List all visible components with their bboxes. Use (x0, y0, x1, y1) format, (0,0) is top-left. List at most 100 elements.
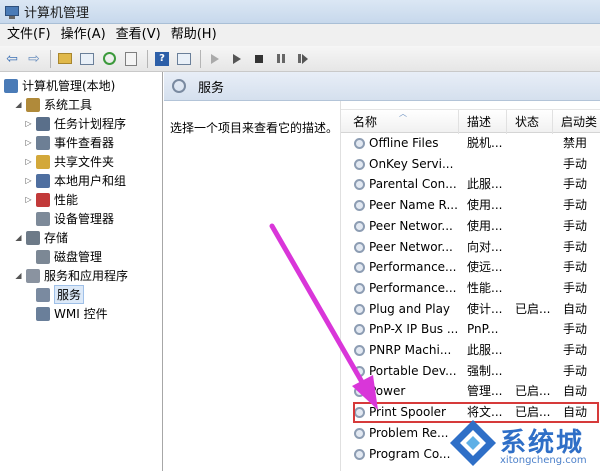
show-hide-tree-button[interactable] (77, 49, 97, 69)
table-row[interactable]: OnKey Servi... 手动 (341, 154, 600, 175)
tree-item-label: 本地用户和组 (54, 174, 127, 188)
service-gear-icon (354, 386, 365, 398)
title-bar: 计算机管理 (0, 0, 600, 24)
cell-startup: 手动 (563, 322, 588, 337)
expander-icon[interactable]: ▷ (24, 157, 33, 166)
tree-item[interactable]: WMI 控件 (24, 304, 108, 323)
column-description[interactable]: 描述 (459, 110, 507, 134)
table-row[interactable]: Performance... 使远... 手动 (341, 257, 600, 278)
cell-status (515, 133, 555, 154)
cell-name: Peer Networ... (369, 239, 453, 254)
menu-help[interactable]: 帮助(H) (166, 24, 222, 46)
cell-startup: 自动 (563, 384, 588, 399)
tree-item[interactable]: 磁盘管理 (24, 247, 102, 266)
storage-icon (26, 230, 40, 245)
tree-item[interactable]: ◢ 服务和应用程序 (14, 266, 128, 285)
cell-desc: 使计... (467, 301, 503, 316)
stop-service-button[interactable] (249, 49, 269, 69)
watermark-logo (450, 420, 496, 466)
tree-item[interactable]: ◢ 存储 (14, 228, 68, 247)
expander-icon[interactable]: ▷ (24, 176, 33, 185)
export-list-button[interactable] (121, 49, 141, 69)
expander-icon[interactable]: ▷ (24, 195, 33, 204)
cell-startup: 手动 (563, 280, 588, 295)
table-row[interactable]: Parental Con... 此服... 手动 (341, 174, 600, 195)
wmi-icon (36, 306, 50, 321)
expander-icon[interactable]: ◢ (14, 100, 23, 109)
tree-item[interactable]: ▷ 任务计划程序 (24, 114, 126, 133)
tree-item[interactable]: 服务 (24, 285, 85, 304)
cell-desc: PnP... (467, 322, 499, 337)
start-button[interactable] (227, 49, 247, 69)
cell-desc: 向对... (467, 239, 503, 254)
table-row[interactable]: PnP-X IP Bus ... PnP... 手动 (341, 319, 600, 340)
cell-startup: 手动 (563, 343, 588, 357)
tree-item[interactable]: ▷ 事件查看器 (24, 133, 114, 152)
help-button[interactable]: ? (152, 49, 172, 69)
cell-desc: 使用... (467, 198, 503, 213)
refresh-icon (102, 52, 116, 65)
table-row[interactable]: Plug and Play 使计... 已启... 自动 (341, 299, 600, 320)
start-service-button[interactable] (205, 49, 225, 69)
service-gear-icon (354, 220, 365, 232)
cell-startup: 手动 (563, 198, 588, 213)
expander-icon[interactable]: ▷ (24, 119, 33, 128)
cell-desc: 性能... (467, 280, 503, 295)
tree-item-label: 事件查看器 (54, 136, 115, 150)
tree-item-label: 系统工具 (44, 98, 93, 112)
menu-file[interactable]: 文件(F) (2, 24, 56, 46)
forward-button[interactable]: ⇨ (24, 49, 44, 69)
watermark: 系统城 xitongcheng.com (448, 416, 600, 471)
cell-name: Peer Networ... (369, 218, 453, 233)
expander-icon[interactable]: ◢ (14, 271, 23, 280)
expander-icon[interactable]: ◢ (14, 233, 23, 242)
action-pane-button[interactable] (174, 49, 194, 69)
table-row[interactable]: Portable Dev... 强制... 手动 (341, 361, 600, 382)
tree-item-label: 磁盘管理 (54, 250, 103, 264)
cell-startup: 手动 (563, 260, 588, 275)
pause-service-button[interactable] (271, 49, 291, 69)
service-gear-icon (354, 427, 365, 439)
up-folder-button[interactable] (55, 49, 75, 69)
expander-icon[interactable]: ▷ (24, 138, 33, 147)
service-gear-icon (354, 138, 365, 149)
menu-action[interactable]: 操作(A) (56, 24, 111, 46)
tree-item[interactable]: ▷ 性能 (24, 190, 78, 209)
gear-icon (36, 287, 50, 302)
cell-name: Plug and Play (369, 301, 451, 316)
table-row[interactable]: Peer Networ... 使用... 手动 (341, 216, 600, 237)
tree-item[interactable]: ▷ 共享文件夹 (24, 152, 114, 171)
table-row[interactable]: Peer Name R... 使用... 手动 (341, 195, 600, 216)
tree-item[interactable]: ▷ 本地用户和组 (24, 171, 126, 190)
restart-service-button[interactable] (293, 49, 313, 69)
cell-status (515, 257, 555, 278)
cell-desc: 使远... (467, 260, 503, 275)
cell-name: Offline Files (369, 136, 439, 150)
device-manager-icon (36, 211, 50, 226)
back-button[interactable]: ⇦ (2, 49, 22, 69)
table-row[interactable]: Performance... 性能... 手动 (341, 278, 600, 299)
column-startup-type[interactable]: 启动类 (553, 110, 600, 134)
table-row[interactable]: Peer Networ... 向对... 手动 (341, 237, 600, 258)
column-name[interactable]: 名称 (341, 110, 459, 134)
console-tree-icon (80, 52, 94, 65)
cell-status: 已启... (515, 301, 551, 316)
cell-name: Portable Dev... (369, 363, 457, 378)
tree-item[interactable]: ◢ 系统工具 (14, 95, 92, 114)
refresh-button[interactable] (99, 49, 119, 69)
menu-view[interactable]: 查看(V) (111, 24, 166, 46)
column-status[interactable]: 状态 (507, 110, 553, 134)
play-icon (233, 53, 241, 64)
tree-item[interactable]: 计算机管理(本地) (4, 76, 115, 95)
table-row[interactable]: Offline Files 脱机... 禁用 (341, 133, 600, 154)
tree-item[interactable]: 设备管理器 (24, 209, 114, 228)
cell-name: PNRP Machi... (369, 343, 452, 357)
services-title: 服务 (198, 80, 225, 96)
table-row[interactable]: Power 管理... 已启... 自动 (341, 381, 600, 402)
cell-name: Parental Con... (369, 177, 457, 192)
tree-item-label: 服务 (54, 285, 85, 304)
gear-icon (172, 79, 186, 93)
cell-startup: 自动 (563, 301, 588, 316)
users-icon (36, 173, 50, 188)
table-row[interactable]: PNRP Machi... 此服... 手动 (341, 340, 600, 361)
